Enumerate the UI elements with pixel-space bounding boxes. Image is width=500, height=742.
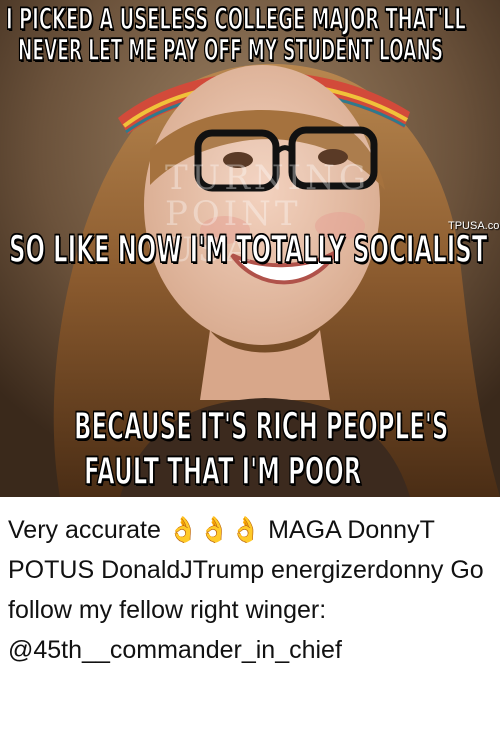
meme-bottom-line-2: FAULT THAT I'M POOR [84, 449, 362, 494]
meme-bottom-line-1: BECAUSE IT'S RICH PEOPLE'S [74, 404, 449, 449]
meme-top-line-2: NEVER LET ME PAY OFF MY STUDENT LOANS [18, 32, 444, 68]
meme-image: TURNING POINT USA I PICKED A USELESS COL… [0, 0, 500, 497]
post-caption: Very accurate 👌👌👌 MAGA DonnyT POTUS Dona… [8, 516, 484, 664]
meme-middle-line: SO LIKE NOW I'M TOTALLY SOCIALIST [9, 227, 488, 272]
meme-top-line-1: I PICKED A USELESS COLLEGE MAJOR THAT'LL [6, 1, 467, 37]
